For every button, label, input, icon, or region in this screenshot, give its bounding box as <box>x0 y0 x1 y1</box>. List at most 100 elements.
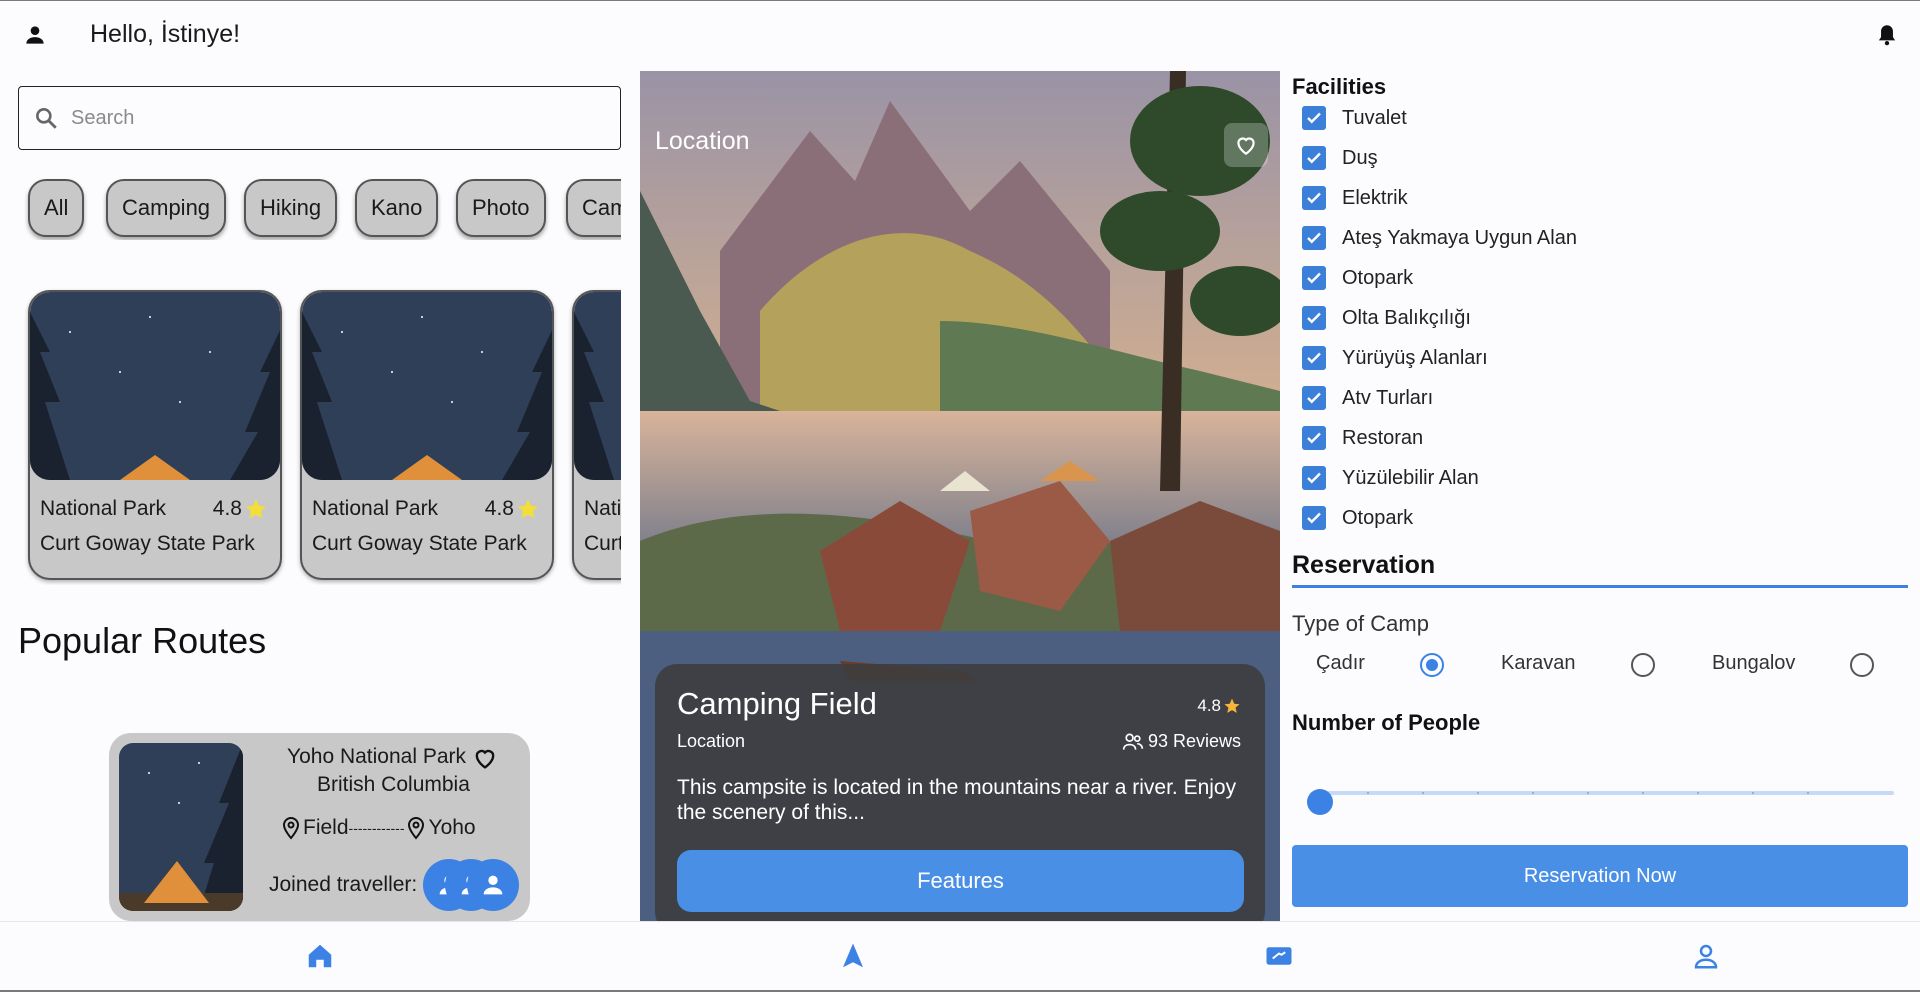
place-image <box>30 292 280 480</box>
checkbox-checked[interactable] <box>1302 386 1326 410</box>
facility-label: Otopark <box>1342 506 1414 529</box>
checkbox-checked[interactable] <box>1302 506 1326 530</box>
popular-routes-heading: Popular Routes <box>18 620 267 661</box>
camp-title: Camping Field <box>677 686 877 721</box>
star-icon <box>1224 698 1240 713</box>
facility-item[interactable]: Restoran <box>1302 423 1423 453</box>
place-card[interactable]: National Park 4.8 Curt Goway State Park <box>300 290 554 580</box>
user-icon[interactable] <box>22 22 48 48</box>
nav-explore[interactable] <box>833 936 873 976</box>
nav-tickets[interactable] <box>1259 936 1299 976</box>
facility-label: Elektrik <box>1342 186 1408 209</box>
heart-icon <box>1237 137 1255 155</box>
type-of-camp-label: Type of Camp <box>1292 611 1429 636</box>
nav-profile[interactable] <box>1686 936 1726 976</box>
camp-hero: Location Camping Field 4.8 Location 93 R… <box>640 71 1280 921</box>
home-icon <box>308 944 332 968</box>
place-carousel: National Park 4.8 Curt Goway State Park … <box>18 285 621 585</box>
facility-label: Tuvalet <box>1342 106 1407 129</box>
chip-photo[interactable]: Photo <box>456 179 546 237</box>
rating-value: 4.8 <box>1197 696 1221 715</box>
facility-label: Duş <box>1342 146 1378 169</box>
ticket-icon <box>1266 947 1292 965</box>
search-box[interactable] <box>18 86 621 150</box>
facility-item[interactable]: Tuvalet <box>1302 103 1407 133</box>
place-card[interactable]: National Park 4.8 Curt Goway State Park <box>28 290 282 580</box>
radio-karavan[interactable] <box>1631 653 1655 677</box>
reservation-underline <box>1292 585 1908 588</box>
location-pin-icon <box>408 816 425 840</box>
route-from: Field <box>303 816 349 839</box>
chip-all[interactable]: All <box>28 179 85 237</box>
checkbox-checked[interactable] <box>1302 306 1326 330</box>
camp-reviews: 93 Reviews <box>1122 731 1241 752</box>
checkbox-checked[interactable] <box>1302 106 1326 130</box>
place-image <box>302 292 552 480</box>
place-category: National Park <box>40 497 167 520</box>
facility-label: Yürüyüş Alanları <box>1342 346 1488 369</box>
reviews-count: 93 Reviews <box>1147 731 1241 751</box>
place-category: National Park <box>584 497 621 520</box>
place-name: Curt Goway State Park <box>40 532 255 555</box>
route-card[interactable]: Yoho National Park British Columbia Fiel… <box>109 733 530 921</box>
facility-item[interactable]: Elektrik <box>1302 183 1408 213</box>
bottom-navigation <box>0 921 1920 992</box>
category-chips: All Camping Hiking Kano Photo Camping <box>18 175 621 240</box>
facility-item[interactable]: Yürüyüş Alanları <box>1302 343 1488 373</box>
favorite-button[interactable] <box>1224 123 1268 167</box>
checkbox-checked[interactable] <box>1302 426 1326 450</box>
radio-bungalov[interactable] <box>1850 653 1874 677</box>
people-icon <box>1122 733 1144 750</box>
star-icon <box>518 499 538 519</box>
camp-location: Location <box>677 731 746 751</box>
place-category: National Park <box>312 497 439 520</box>
place-name: Curt Goway State Park <box>584 532 621 555</box>
facility-label: Olta Balıkçılığı <box>1342 306 1471 329</box>
reservation-now-button[interactable]: Reservation Now <box>1292 845 1908 907</box>
checkbox-checked[interactable] <box>1302 466 1326 490</box>
people-slider-track[interactable] <box>1312 791 1894 795</box>
features-button[interactable]: Features <box>677 850 1244 912</box>
place-name: Curt Goway State Park <box>312 532 527 555</box>
checkbox-checked[interactable] <box>1302 146 1326 170</box>
top-border <box>0 0 1920 1</box>
route-region: British Columbia <box>317 773 470 796</box>
chip-kano[interactable]: Kano <box>355 179 439 237</box>
route-locations: Field ------------ Yoho <box>279 815 476 841</box>
facility-item[interactable]: Duş <box>1302 143 1378 173</box>
place-image <box>574 292 621 480</box>
search-input[interactable] <box>71 106 591 130</box>
checkbox-checked[interactable] <box>1302 186 1326 210</box>
nav-home[interactable] <box>300 936 340 976</box>
checkbox-checked[interactable] <box>1302 346 1326 370</box>
chip-hiking[interactable]: Hiking <box>244 179 338 237</box>
account-icon <box>1694 944 1718 969</box>
joined-traveller-label: Joined traveller: <box>269 873 418 896</box>
people-slider-thumb[interactable] <box>1307 789 1333 815</box>
facility-item[interactable]: Atv Turları <box>1302 383 1433 413</box>
facility-item[interactable]: Ateş Yakmaya Uygun Alan <box>1302 223 1577 253</box>
facility-item[interactable]: Yüzülebilir Alan <box>1302 463 1479 493</box>
traveller-avatars[interactable] <box>423 859 523 911</box>
checkbox-checked[interactable] <box>1302 266 1326 290</box>
route-image <box>119 743 243 911</box>
checkbox-checked[interactable] <box>1302 226 1326 250</box>
rating-value: 4.8 <box>212 497 242 520</box>
radio-label-cadir: Çadır <box>1316 652 1365 674</box>
bell-icon[interactable] <box>1874 22 1900 48</box>
radio-label-karavan: Karavan <box>1501 652 1576 674</box>
place-card[interactable]: National Park Curt Goway State Park <box>572 290 621 580</box>
facility-item[interactable]: Otopark <box>1302 263 1413 293</box>
camp-info-card: Camping Field 4.8 Location 93 Reviews Th… <box>655 664 1265 921</box>
radio-cadir[interactable] <box>1420 653 1444 677</box>
facility-item[interactable]: Olta Balıkçılığı <box>1302 303 1471 333</box>
heart-icon[interactable] <box>471 744 499 772</box>
chip-camping-2[interactable]: Camping <box>566 179 621 237</box>
facilities-heading: Facilities <box>1292 74 1387 99</box>
route-separator: ------------ <box>348 820 405 836</box>
reservation-heading: Reservation <box>1292 551 1436 579</box>
facility-item[interactable]: Otopark <box>1302 503 1413 533</box>
chip-camping[interactable]: Camping <box>106 179 227 237</box>
search-icon <box>36 108 57 129</box>
place-rating: 4.8 <box>485 497 540 521</box>
